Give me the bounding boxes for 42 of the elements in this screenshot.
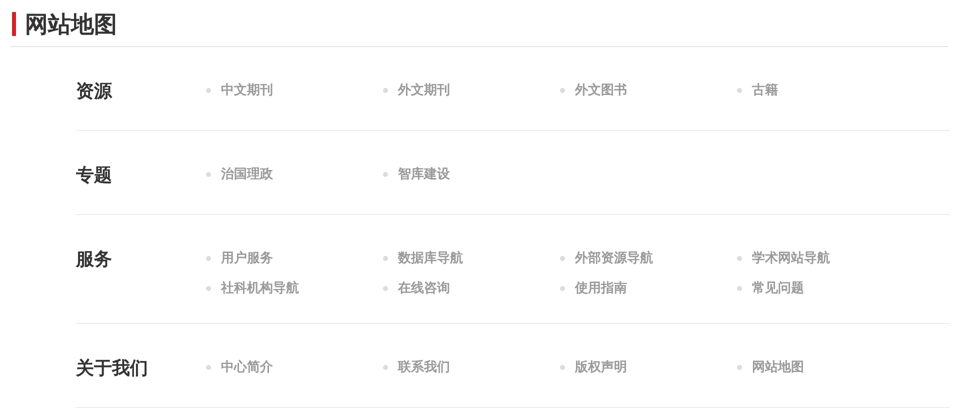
bullet-icon bbox=[383, 88, 388, 92]
section-heading: 专题 bbox=[76, 165, 112, 185]
section-heading: 关于我们 bbox=[76, 358, 148, 378]
sitemap-link[interactable]: 使用指南 bbox=[575, 278, 627, 298]
section-heading: 服务 bbox=[76, 249, 112, 269]
sitemap-link[interactable]: 联系我们 bbox=[398, 357, 450, 377]
sitemap-link[interactable]: 版权声明 bbox=[575, 357, 627, 377]
accent-bar bbox=[12, 12, 16, 36]
sitemap-link[interactable]: 中文期刊 bbox=[221, 80, 273, 100]
bullet-icon bbox=[383, 172, 388, 176]
bullet-icon bbox=[383, 256, 388, 260]
bullet-icon bbox=[560, 256, 565, 260]
sitemap-link[interactable]: 在线咨询 bbox=[398, 278, 450, 298]
bullet-icon bbox=[206, 286, 211, 290]
section-heading: 资源 bbox=[76, 81, 112, 101]
bullet-icon bbox=[206, 364, 211, 370]
sitemap-link[interactable]: 数据库导航 bbox=[398, 248, 463, 268]
sitemap-link[interactable]: 用户服务 bbox=[221, 248, 273, 268]
sitemap-link[interactable]: 中心简介 bbox=[221, 357, 273, 377]
bullet-icon bbox=[383, 286, 388, 290]
bullet-icon bbox=[737, 286, 742, 290]
bullet-icon bbox=[560, 364, 565, 370]
bullet-icon bbox=[560, 88, 565, 92]
sitemap-link[interactable]: 外文图书 bbox=[575, 80, 627, 100]
bullet-icon bbox=[383, 364, 388, 370]
sitemap-link[interactable]: 古籍 bbox=[752, 80, 778, 100]
sitemap-link[interactable]: 智库建设 bbox=[398, 164, 450, 184]
sitemap-link[interactable]: 治国理政 bbox=[221, 164, 273, 184]
sitemap-link[interactable]: 网站地图 bbox=[752, 357, 804, 377]
sitemap-link[interactable]: 社科机构导航 bbox=[221, 278, 299, 298]
bullet-icon bbox=[737, 88, 742, 92]
bullet-icon bbox=[206, 172, 211, 176]
bullet-icon bbox=[206, 256, 211, 260]
bullet-icon bbox=[206, 88, 211, 92]
sitemap-link[interactable]: 外文期刊 bbox=[398, 80, 450, 100]
sitemap-link[interactable]: 常见问题 bbox=[752, 278, 804, 298]
bullet-icon bbox=[560, 286, 565, 290]
bullet-icon bbox=[737, 256, 742, 260]
sitemap-link[interactable]: 外部资源导航 bbox=[575, 248, 653, 268]
bullet-icon bbox=[737, 364, 742, 370]
page-title: 网站地图 bbox=[25, 10, 117, 39]
sitemap-link[interactable]: 学术网站导航 bbox=[752, 248, 830, 268]
